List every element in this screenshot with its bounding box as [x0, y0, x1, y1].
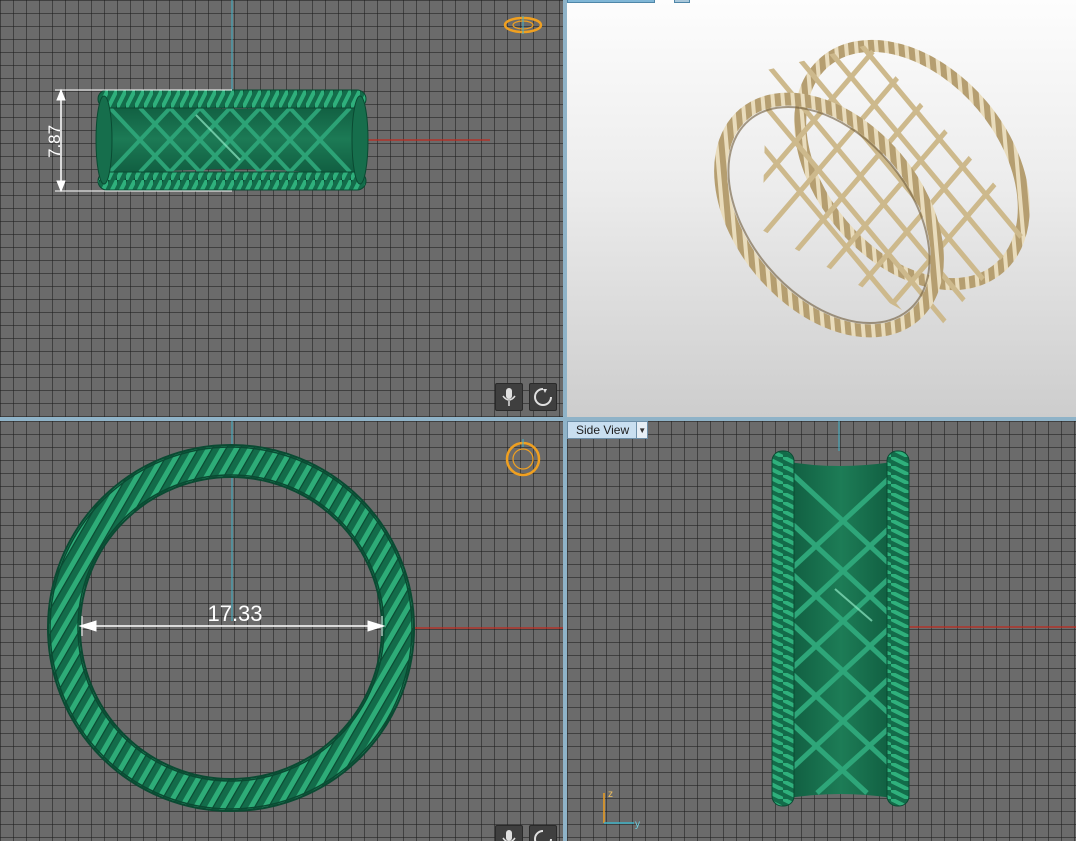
perspective-scene — [714, 39, 1032, 338]
side-view-scene: z y — [603, 421, 1076, 830]
z-axis-gizmo-label: z — [608, 789, 613, 800]
microphone-icon — [502, 388, 516, 406]
ring-side-model — [771, 450, 910, 807]
rotate-button[interactable] — [529, 825, 557, 841]
side-viewport[interactable]: Side View ▼ z y — [567, 421, 1076, 841]
microphone-button[interactable] — [495, 825, 523, 841]
microphone-icon — [502, 830, 516, 841]
front-view-scene: 7.87 — [45, 0, 490, 193]
viewport-divider-horizontal[interactable] — [0, 417, 1076, 421]
rotate-icon — [534, 388, 552, 406]
rotate-icon — [534, 830, 552, 841]
ring-front-model — [95, 89, 369, 191]
top-view-scene: 17.33 — [47, 421, 563, 812]
rotate-button[interactable] — [529, 383, 557, 411]
ring-orientation-icon[interactable] — [503, 439, 543, 479]
ring-orientation-icon[interactable] — [502, 12, 544, 38]
viewport-divider-vertical[interactable] — [563, 0, 567, 841]
top-viewport[interactable]: 17.33 — [0, 421, 563, 841]
ring-perspective-model — [714, 39, 1032, 338]
diameter-dimension-label: 17.33 — [207, 601, 262, 626]
perspective-viewport[interactable] — [567, 0, 1076, 417]
y-axis-gizmo-label: y — [635, 819, 640, 830]
microphone-button[interactable] — [495, 383, 523, 411]
ring-top-model — [47, 444, 415, 812]
height-dimension-label: 7.87 — [45, 125, 64, 158]
front-viewport[interactable]: 7.87 — [0, 0, 563, 417]
